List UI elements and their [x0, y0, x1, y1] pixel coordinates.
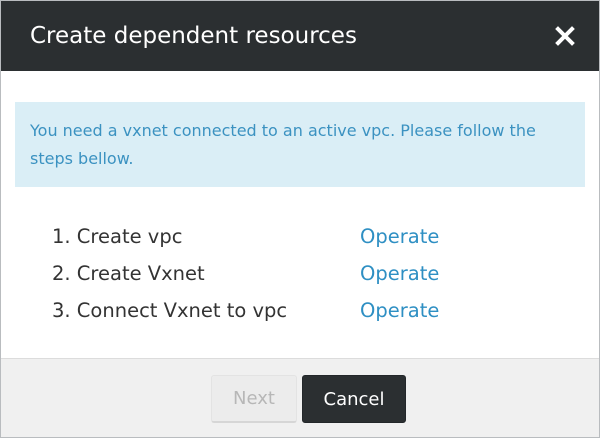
info-alert: You need a vxnet connected to an active …	[15, 102, 585, 187]
create-dependent-resources-dialog: Create dependent resources You need a vx…	[0, 0, 600, 438]
dialog-title: Create dependent resources	[30, 23, 357, 49]
operate-link-create-vpc[interactable]: Operate	[360, 218, 439, 255]
dialog-body: You need a vxnet connected to an active …	[1, 71, 599, 358]
dialog-header: Create dependent resources	[1, 1, 599, 71]
dialog-footer: Next Cancel	[1, 358, 599, 437]
next-button[interactable]: Next	[211, 375, 297, 423]
step-label: 1. Create vpc	[52, 225, 183, 248]
step-label: 3. Connect Vxnet to vpc	[52, 299, 288, 322]
step-label: 2. Create Vxnet	[52, 262, 205, 285]
close-icon[interactable]	[551, 22, 579, 50]
operate-link-connect-vxnet[interactable]: Operate	[360, 292, 439, 329]
alert-message: You need a vxnet connected to an active …	[30, 121, 536, 168]
step-row-connect-vxnet: 3. Connect Vxnet to vpc Operate	[52, 292, 572, 329]
cancel-button[interactable]: Cancel	[302, 375, 406, 423]
step-row-create-vpc: 1. Create vpc Operate	[52, 218, 572, 255]
step-row-create-vxnet: 2. Create Vxnet Operate	[52, 255, 572, 292]
operate-link-create-vxnet[interactable]: Operate	[360, 255, 439, 292]
steps-list: 1. Create vpc Operate 2. Create Vxnet Op…	[52, 218, 572, 329]
